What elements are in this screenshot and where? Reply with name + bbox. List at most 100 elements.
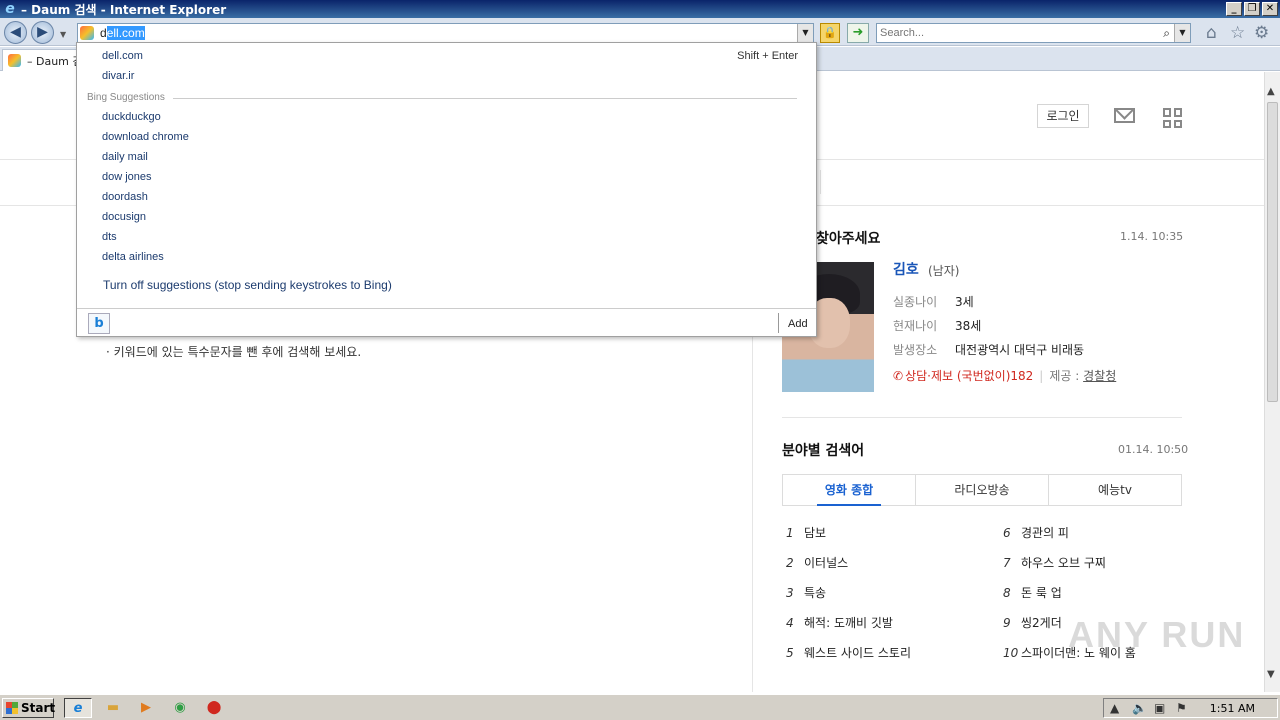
provider-label: 제공 : (1049, 369, 1080, 383)
rank-item[interactable]: 5 웨스트 사이드 스토리 (786, 644, 911, 674)
provider-link[interactable]: 경찰청 (1083, 369, 1116, 383)
minimize-button[interactable]: _ (1226, 2, 1242, 16)
rank-number: 1 (786, 526, 794, 540)
url-autocomplete-selection: ell.com (106, 26, 145, 40)
history-item-divar[interactable]: divar.ir (102, 70, 134, 82)
scroll-thumb[interactable] (1267, 102, 1278, 402)
tab-variety-tv[interactable]: 예능tv (1048, 475, 1181, 505)
tab-movie-overall[interactable]: 영화 종합 (783, 475, 915, 506)
suggestion-item[interactable]: dts (102, 231, 117, 243)
rank-item[interactable]: 1 담보 (786, 524, 911, 554)
url-typed-text: d (100, 26, 107, 40)
search-tip: · 키워드에 있는 특수문자를 뺀 후에 검색해 보세요. (106, 345, 362, 359)
rank-item[interactable]: 6 경관의 피 (1003, 524, 1136, 554)
apps-grid-icon[interactable] (1163, 108, 1183, 128)
section-divider (173, 98, 797, 99)
close-button[interactable]: ✕ (1262, 2, 1278, 16)
rank-number: 4 (786, 616, 794, 630)
suggestion-item[interactable]: daily mail (102, 151, 148, 163)
scroll-up-icon[interactable]: ▲ (1267, 86, 1275, 97)
suggestion-item[interactable]: duckduckgo (102, 111, 161, 123)
ie-taskbar-icon[interactable]: e (64, 698, 92, 718)
tab-daum[interactable]: – Daum 검색 (2, 49, 82, 71)
taskbar: Start e ▬ ▶ ◉ ⬤ ▲ 🔈 ▣ ⚑ 1:51 AM (0, 694, 1280, 720)
address-dropdown-icon[interactable]: ▼ (797, 24, 813, 42)
info-value: 38세 (955, 319, 982, 333)
start-button[interactable]: Start (2, 698, 56, 718)
back-icon[interactable]: ◀ (4, 21, 27, 44)
info-value: 3세 (955, 295, 974, 309)
rank-label: 경관의 피 (1021, 526, 1069, 540)
rank-item[interactable]: 7 하우스 오브 구찌 (1003, 554, 1136, 584)
category-tabs: 영화 종합 라디오방송 예능tv (782, 474, 1182, 506)
restore-button[interactable]: ❐ (1244, 2, 1260, 16)
rank-number: 9 (1003, 616, 1011, 630)
info-row: 발생장소 대전광역시 대덕구 비래동 (893, 341, 1084, 358)
rank-number: 10 (1003, 646, 1019, 660)
network-icon[interactable]: ▣ (1154, 701, 1165, 715)
hotline-text: 상담·제보 (국번없이)182 (905, 369, 1034, 383)
search-tabs-divider (820, 170, 821, 194)
address-bar[interactable]: dell.com ▼ (77, 23, 814, 43)
suggestion-item[interactable]: dow jones (102, 171, 152, 183)
clock[interactable]: 1:51 AM (1210, 702, 1255, 715)
home-icon[interactable]: ⌂ (1206, 24, 1217, 42)
search-box[interactable]: ⌕ ▼ (876, 23, 1191, 43)
forward-icon[interactable]: ▶ (31, 21, 54, 44)
system-tray: ▲ 🔈 ▣ ⚑ 1:51 AM (1103, 698, 1278, 718)
explorer-taskbar-icon[interactable]: ▬ (99, 698, 127, 718)
add-button[interactable]: Add (788, 318, 808, 330)
suggestion-item[interactable]: docusign (102, 211, 146, 223)
bing-suggestions-label: Bing Suggestions (87, 92, 165, 103)
rank-label: 담보 (804, 526, 827, 540)
missing-person-name[interactable]: 김호 (893, 259, 919, 279)
chrome-taskbar-icon[interactable]: ◉ (166, 698, 194, 718)
rank-item[interactable]: 4 해적: 도깨비 깃발 (786, 614, 911, 644)
missing-person-gender: (남자) (928, 264, 960, 278)
category-title: 분야별 검색어 (782, 443, 865, 459)
address-input[interactable]: dell.com (100, 26, 145, 40)
media-player-taskbar-icon[interactable]: ▶ (132, 698, 160, 718)
history-dropdown-icon[interactable]: ▼ (60, 30, 66, 39)
shift-enter-hint: Shift + Enter (737, 50, 798, 62)
rank-label: 해적: 도깨비 깃발 (804, 616, 893, 630)
login-button[interactable]: 로그인 (1037, 104, 1089, 128)
tab-radio[interactable]: 라디오방송 (915, 475, 1048, 505)
bing-icon[interactable]: b (88, 313, 110, 334)
search-icon[interactable]: ⌕ (1163, 26, 1170, 41)
rank-item[interactable]: 8 돈 룩 업 (1003, 584, 1136, 614)
search-dropdown-icon[interactable]: ▼ (1174, 24, 1190, 42)
section-divider (782, 417, 1182, 418)
window-title: – Daum 검색 - Internet Explorer (21, 2, 227, 17)
rank-label: 이터널스 (804, 556, 849, 570)
suggestion-item[interactable]: delta airlines (102, 251, 164, 263)
lock-icon[interactable]: 🔒 (820, 23, 840, 43)
rank-label: 웨스트 사이드 스토리 (804, 646, 911, 660)
go-icon[interactable]: ➜ (847, 23, 869, 43)
suggestion-item[interactable]: doordash (102, 191, 148, 203)
opera-taskbar-icon[interactable]: ⬤ (200, 698, 228, 718)
mail-icon[interactable] (1114, 108, 1135, 123)
start-label: Start (21, 701, 56, 715)
turn-off-suggestions-link[interactable]: Turn off suggestions (stop sending keyst… (103, 278, 392, 292)
tray-expand-icon[interactable]: ▲ (1110, 701, 1119, 715)
scroll-down-icon[interactable]: ▼ (1267, 669, 1275, 680)
page-scrollbar[interactable]: ▲ ▼ (1264, 72, 1280, 692)
rank-item[interactable]: 2 이터널스 (786, 554, 911, 584)
hotline-row: ✆ 상담·제보 (국번없이)182 | 제공 : 경찰청 (893, 369, 1117, 383)
address-autocomplete: dell.com Shift + Enter divar.ir Bing Sug… (76, 42, 817, 337)
footer-separator (778, 313, 779, 333)
history-item-dell[interactable]: dell.com (102, 50, 143, 62)
volume-icon[interactable]: 🔈 (1132, 701, 1147, 715)
star-icon[interactable]: ☆ (1230, 24, 1245, 42)
missing-panel-title: 찾아주세요 (816, 231, 881, 247)
rank-number: 3 (786, 586, 794, 600)
suggestion-item[interactable]: download chrome (102, 131, 189, 143)
rank-item[interactable]: 3 특송 (786, 584, 911, 614)
rank-number: 8 (1003, 586, 1011, 600)
rank-label: 씽2게더 (1021, 616, 1062, 630)
gear-icon[interactable]: ⚙ (1254, 24, 1269, 42)
action-center-flag-icon[interactable]: ⚑ (1176, 701, 1187, 715)
search-input[interactable] (880, 26, 1150, 40)
info-key: 발생장소 (893, 343, 938, 357)
